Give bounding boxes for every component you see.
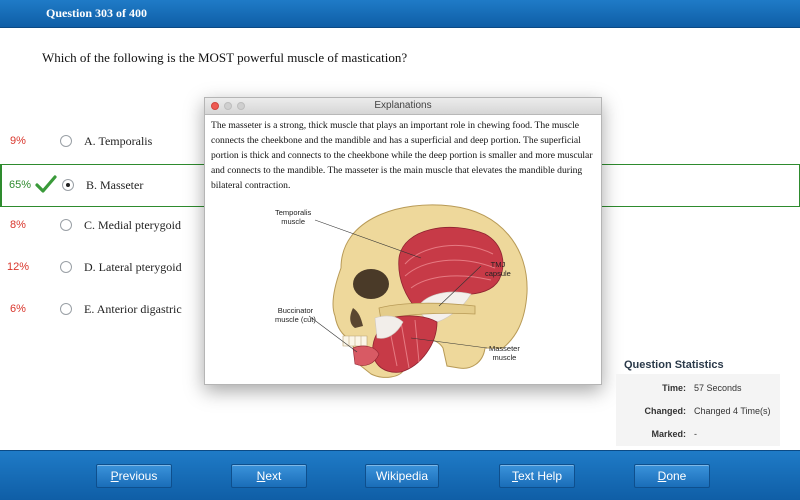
top-bar: Question 303 of 400 — [0, 0, 800, 28]
answer-text: Masseter — [100, 178, 144, 192]
tmj-capsule-label: TMJ capsule — [485, 260, 511, 278]
answer-letter: E. — [84, 302, 95, 316]
previous-button[interactable]: Previous — [96, 464, 172, 488]
answer-label[interactable]: D. Lateral pterygoid — [84, 260, 182, 275]
statistics-title: Question Statistics — [624, 359, 724, 371]
text-help-button[interactable]: Text Help — [499, 464, 575, 488]
checkmark-icon — [35, 175, 57, 193]
changed-label: Changed: — [644, 406, 687, 416]
wikipedia-button[interactable]: Wikipedia — [365, 464, 439, 488]
answer-text: Lateral pterygoid — [98, 260, 182, 274]
time-value: 57 Seconds — [694, 383, 742, 393]
answer-text: Anterior digastric — [96, 302, 182, 316]
answer-percent: 6% — [10, 303, 26, 315]
answer-label[interactable]: C. Medial pterygoid — [84, 218, 181, 233]
answer-label[interactable]: E. Anterior digastric — [84, 302, 182, 317]
time-label: Time: — [662, 383, 686, 393]
answer-letter: B. — [86, 178, 98, 192]
answer-text: Medial pterygoid — [98, 218, 181, 232]
question-counter: Question 303 of 400 — [46, 6, 148, 20]
answer-percent: 8% — [10, 219, 26, 231]
statistics-panel: Time: 57 Seconds Changed: Changed 4 Time… — [616, 374, 780, 446]
answer-radio[interactable] — [60, 219, 72, 231]
answer-percent: 9% — [10, 135, 26, 147]
explanation-text: The masseter is a strong, thick muscle t… — [211, 120, 593, 191]
answer-label[interactable]: A. Temporalis — [84, 134, 152, 149]
answer-radio[interactable] — [60, 303, 72, 315]
question-text: Which of the following is the MOST power… — [42, 50, 408, 65]
answer-radio-selected[interactable] — [62, 179, 74, 191]
temporalis-label: Temporalis muscle — [275, 208, 312, 226]
buccinator-label: Buccinator muscle (cut) — [275, 306, 316, 324]
answer-letter: A. — [84, 134, 96, 148]
answer-radio[interactable] — [60, 261, 72, 273]
bottom-nav-bar: Previous Next Wikipedia Text Help Done — [0, 450, 800, 500]
next-button[interactable]: Next — [231, 464, 307, 488]
marked-value: - — [694, 429, 697, 439]
answer-label[interactable]: B. Masseter — [86, 178, 143, 193]
skull-anatomy-figure: Temporalis muscle TMJ capsule Buccinator… — [271, 198, 531, 382]
explanation-window: Explanations The masseter is a strong, t… — [204, 97, 602, 385]
answer-percent: 65% — [8, 179, 32, 191]
window-titlebar[interactable]: Explanations — [205, 98, 601, 115]
answer-radio[interactable] — [60, 135, 72, 147]
answer-letter: D. — [84, 260, 96, 274]
done-button[interactable]: Done — [634, 464, 710, 488]
window-title: Explanations — [374, 100, 432, 111]
marked-label: Marked: — [651, 429, 686, 439]
answer-letter: C. — [84, 218, 96, 232]
masseter-label: Masseter muscle — [489, 344, 520, 362]
changed-value: Changed 4 Time(s) — [694, 406, 771, 416]
answer-text: Temporalis — [98, 134, 153, 148]
answer-percent: 12% — [6, 261, 30, 273]
